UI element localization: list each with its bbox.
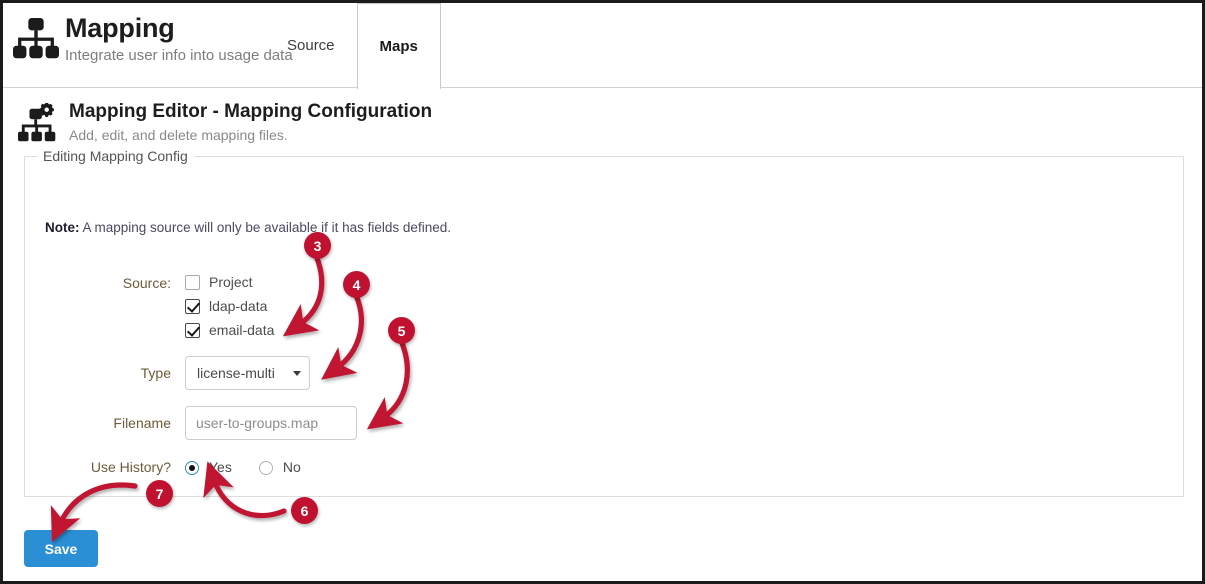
- source-label: Source:: [122, 275, 171, 291]
- checkbox-ldap-data[interactable]: [185, 299, 200, 314]
- use-history-radio-group: Yes No: [185, 458, 301, 477]
- tab-bar: Source Maps: [265, 3, 441, 89]
- checkbox-item-project[interactable]: Project: [185, 273, 274, 292]
- use-history-row: Use History? Yes No: [25, 458, 301, 477]
- source-checkbox-list: Project ldap-data email-data: [185, 273, 274, 340]
- filename-label: Filename: [113, 415, 171, 431]
- brand-text: Mapping Integrate user info into usage d…: [65, 11, 293, 66]
- tab-source-label: Source: [287, 37, 335, 54]
- type-select-value: license-multi: [197, 365, 275, 381]
- radio-no[interactable]: [258, 460, 273, 475]
- type-row: Type license-multi: [25, 356, 310, 390]
- use-history-label: Use History?: [90, 459, 171, 475]
- checkbox-email-data[interactable]: [185, 323, 200, 338]
- checkbox-item-email-data[interactable]: email-data: [185, 321, 274, 340]
- save-button[interactable]: Save: [24, 530, 98, 567]
- checkbox-ldap-data-label: ldap-data: [209, 298, 268, 314]
- radio-yes-label: Yes: [209, 459, 232, 475]
- note-prefix: Note:: [45, 220, 80, 235]
- filename-row: Filename user-to-groups.map: [25, 406, 357, 440]
- page-title: Mapping: [65, 13, 175, 43]
- brand: Mapping Integrate user info into usage d…: [11, 11, 293, 66]
- radio-yes[interactable]: [185, 460, 199, 475]
- annotation-badge-6: 6: [291, 497, 318, 524]
- app-window: Mapping Integrate user info into usage d…: [0, 0, 1205, 584]
- radio-no-label: No: [282, 459, 301, 475]
- tab-maps-label: Maps: [379, 37, 418, 55]
- checkbox-item-ldap-data[interactable]: ldap-data: [185, 297, 274, 316]
- radio-item-no[interactable]: No: [258, 458, 301, 477]
- type-select[interactable]: license-multi: [185, 356, 310, 390]
- panel-header-text: Mapping Editor - Mapping Configuration A…: [69, 100, 432, 145]
- tab-source[interactable]: Source: [265, 3, 357, 88]
- panel-title: Mapping Editor - Mapping Configuration: [69, 101, 433, 122]
- note-body: A mapping source will only be available …: [79, 220, 451, 235]
- page-subtitle: Integrate user info into usage data: [65, 47, 293, 64]
- filename-input[interactable]: user-to-groups.map: [185, 406, 357, 440]
- editing-mapping-config-fieldset: Editing Mapping Config Note: A mapping s…: [24, 147, 1184, 497]
- org-chart-gear-icon: [18, 103, 56, 142]
- radio-item-yes[interactable]: Yes: [185, 458, 232, 477]
- checkbox-project[interactable]: [185, 275, 200, 290]
- checkbox-project-label: Project: [209, 274, 253, 290]
- source-row: Source: Project ldap-data email-data: [25, 273, 274, 340]
- top-bar: Mapping Integrate user info into usage d…: [3, 3, 1202, 89]
- chevron-down-icon: [293, 370, 301, 376]
- checkbox-email-data-label: email-data: [209, 322, 275, 338]
- type-label: Type: [140, 365, 171, 381]
- org-chart-icon: [13, 17, 59, 59]
- panel-subtitle: Add, edit, and delete mapping files.: [69, 127, 288, 143]
- fieldset-legend: Editing Mapping Config: [37, 147, 194, 165]
- tab-maps[interactable]: Maps: [356, 3, 441, 89]
- note-text: Note: A mapping source will only be avai…: [45, 219, 451, 237]
